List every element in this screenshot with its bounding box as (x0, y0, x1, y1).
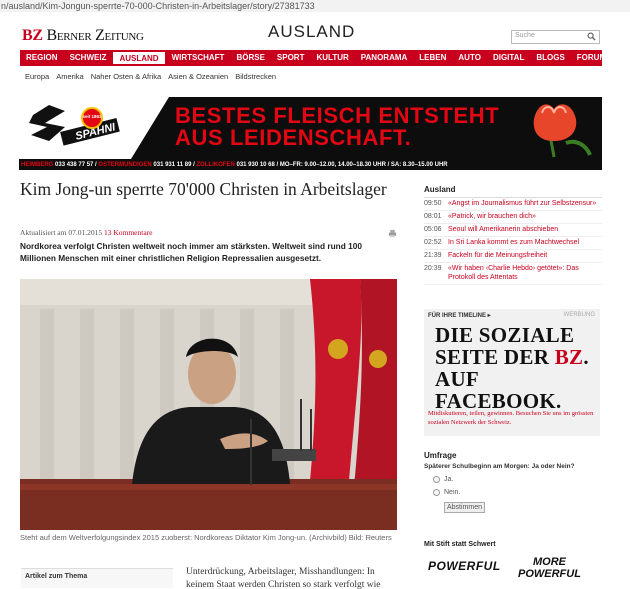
news-time: 09:50 (424, 200, 442, 207)
article-photo[interactable] (20, 279, 397, 530)
news-time: 02:52 (424, 239, 442, 246)
search-input[interactable]: Suche (511, 30, 600, 44)
news-headline[interactable]: «Angst im Journalismus führt zur Selbstz… (448, 199, 596, 208)
timeline-label: FÜR IHRE TIMELINE ▸ (428, 313, 491, 319)
article-meta: Aktualisiert am 07.01.2015 13 Kommentare (20, 228, 152, 237)
poll-question: Späterer Schulbeginn am Morgen: Ja oder … (424, 463, 575, 470)
ad-banner[interactable]: SPAHNI seit 1863 BESTES FLEISCH ENTSTEHT… (19, 97, 602, 170)
article-lead: Nordkorea verfolgt Christen weltweit noc… (20, 241, 362, 263)
poll: Umfrage Späterer Schulbeginn am Morgen: … (424, 451, 602, 513)
sidebar: Ausland 09:50 «Angst im Journalismus führ… (424, 185, 602, 285)
news-headline[interactable]: Fackeln für die Meinungsfreiheit (448, 251, 547, 260)
news-item[interactable]: 05:06 Seoul will Amerikanerin abschieben (424, 224, 602, 237)
news-item[interactable]: 09:50 «Angst im Journalismus führt zur Se… (424, 198, 602, 211)
vote-button[interactable]: Abstimmen (444, 502, 486, 513)
news-item[interactable]: 02:52 In Sri Lanka kommt es zum Machtwech… (424, 237, 602, 250)
subnav-item[interactable]: Bildstrecken (235, 72, 276, 81)
search-placeholder: Suche (515, 32, 535, 39)
nav-item-sport[interactable]: SPORT (271, 50, 311, 66)
photo-caption: Steht auf dem Weltverfolgungsindex 2015 … (20, 533, 392, 542)
tulip-image (533, 104, 592, 158)
news-time: 05:06 (424, 226, 442, 233)
since-badge-text: seit 1863 (82, 114, 102, 119)
nav-item-wirtschaft[interactable]: WIRTSCHAFT (166, 50, 231, 66)
nav-item-börse[interactable]: BÖRSE (230, 50, 270, 66)
pen-promo-heading: Mit Stift statt Schwert (424, 541, 496, 548)
article-body: Unterdrückung, Arbeitslager, Misshandlun… (186, 567, 381, 589)
main-navigation: REGION SCHWEIZ AUSLAND WIRTSCHAFT BÖRSE SPORT… (20, 50, 606, 66)
news-time: 21:39 (424, 252, 442, 259)
news-headline[interactable]: «Wir haben ‹Charlie Hebdo› getötet»: Das… (448, 264, 602, 282)
nav-item-digital[interactable]: DIGITAL (487, 50, 530, 66)
powerful-word: POWERFUL (428, 559, 501, 573)
ad-label: WERBUNG (563, 312, 595, 318)
related-articles-box: Artikel zum Thema (21, 568, 173, 588)
poll-option-yes[interactable]: Ja. (433, 476, 602, 483)
sidebar-heading: Ausland (424, 185, 602, 198)
ad-headline: BESTES FLEISCH ENTSTEHT AUS LEIDENSCHAFT… (175, 103, 500, 150)
nav-item-auto[interactable]: AUTO (452, 50, 487, 66)
article: Kim Jong-un sperrte 70'000 Christen in A… (20, 179, 400, 263)
nav-item-region[interactable]: REGION (20, 50, 64, 66)
poll-option-no[interactable]: Nein. (433, 489, 602, 496)
search-icon[interactable] (587, 32, 596, 41)
section-title: AUSLAND (268, 22, 356, 41)
print-icon[interactable] (388, 229, 397, 238)
nav-item-panorama[interactable]: PANORAMA (355, 50, 414, 66)
nav-item-blogs[interactable]: BLOGS (530, 50, 570, 66)
photo-kim-jong-un (20, 279, 397, 530)
site-header: BZ Berner Zeitung AUSLAND Suche (20, 20, 602, 48)
radio-button[interactable] (433, 476, 440, 483)
more-powerful-word: MORE POWERFUL (518, 556, 581, 580)
comments-link[interactable]: 13 Kommentare (104, 228, 153, 237)
news-item[interactable]: 20:39 «Wir haben ‹Charlie Hebdo› getötet»… (424, 263, 602, 285)
nav-item-ausland[interactable]: AUSLAND (112, 51, 166, 65)
subnav-item[interactable]: Naher Osten & Afrika (91, 72, 161, 81)
article-title: Kim Jong-un sperrte 70'000 Christen in A… (20, 179, 387, 199)
news-headline[interactable]: Seoul will Amerikanerin abschieben (448, 225, 558, 234)
facebook-promo[interactable]: FÜR IHRE TIMELINE ▸ WERBUNG DIE SOZIALE … (424, 309, 600, 436)
news-item[interactable]: 21:39 Fackeln für die Meinungsfreiheit (424, 250, 602, 263)
subnav-item[interactable]: Amerika (56, 72, 84, 81)
facebook-text: Mitdiskutieren, teilen, gewinnen. Besuch… (428, 410, 594, 426)
facebook-headline: DIE SOZIALE SEITE DER BZ. AUF FACEBOOK. (435, 323, 589, 413)
subnav-item[interactable]: Asien & Ozeanien (168, 72, 228, 81)
nav-item-leben[interactable]: LEBEN (413, 50, 452, 66)
news-list: 09:50 «Angst im Journalismus führt zur Se… (424, 198, 602, 285)
news-item[interactable]: 08:01 «Patrick, wir brauchen dich» (424, 211, 602, 224)
radio-button[interactable] (433, 489, 440, 496)
related-articles-label: Artikel zum Thema (25, 573, 88, 580)
nav-item-forum[interactable]: FORUM (571, 50, 612, 66)
nav-item-schweiz[interactable]: SCHWEIZ (64, 50, 113, 66)
site-logo[interactable]: BZ Berner Zeitung (22, 27, 144, 45)
news-headline[interactable]: In Sri Lanka kommt es zum Machtwechsel (448, 238, 579, 247)
news-headline[interactable]: «Patrick, wir brauchen dich» (448, 212, 536, 221)
ad-footer: HEIMBERG 033 438 77 57 / OSTERMUNDIGEN 0… (21, 162, 448, 168)
news-time: 20:39 (424, 265, 442, 272)
nav-item-kultur[interactable]: KULTUR (310, 50, 354, 66)
subnav-item[interactable]: Europa (25, 72, 49, 81)
poll-heading: Umfrage (424, 451, 457, 460)
article-date: Aktualisiert am 07.01.2015 (20, 228, 103, 237)
sub-navigation: Europa Amerika Naher Osten & Afrika Asien &… (25, 72, 276, 81)
address-bar[interactable]: n/ausland/Kim-Jongun-sperrte-70-000-Chri… (0, 0, 630, 12)
news-time: 08:01 (424, 213, 442, 220)
